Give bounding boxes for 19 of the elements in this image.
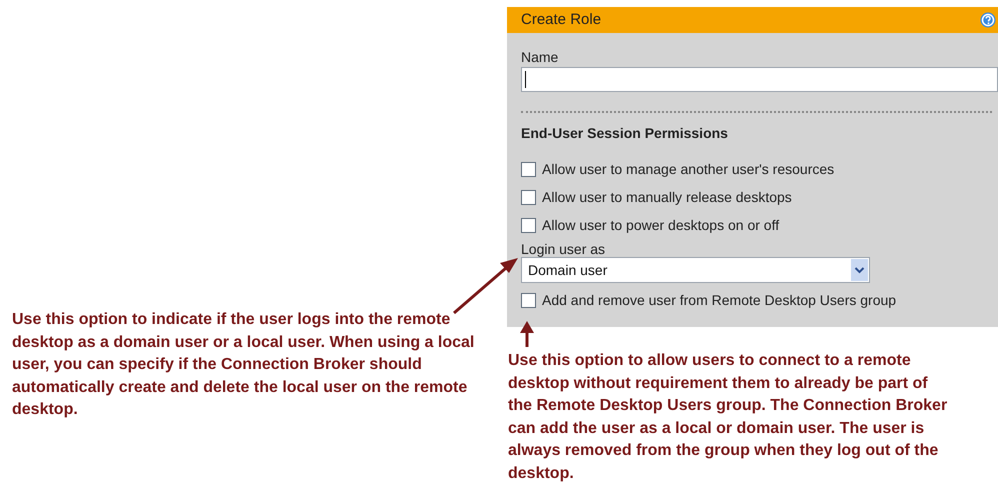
checkbox-label: Allow user to manually release desktops	[542, 188, 792, 207]
checkbox[interactable]	[521, 162, 536, 176]
name-input-field[interactable]	[521, 67, 998, 92]
checkbox[interactable]	[521, 292, 536, 308]
callout-text: Use this option to indicate if the user logs into the remote desktop as a domain user or a local user. When using a local user, you can specify if the Connection Broker should automatically create and delete the local user on the remote desktop.	[12, 310, 476, 420]
callout-text: Use this option to allow users to connect to a remote desktop without requirement them to already be part of the Remote Desktop Users group. The Connection Broker can add the user as a local or domain user. The user is always removed from the group when they log out of the desktop.	[508, 351, 948, 484]
checkbox[interactable]	[521, 190, 536, 204]
dialog-title: Create Role	[521, 10, 602, 30]
field-label: Name	[521, 49, 560, 65]
section-heading: End-User Session Permissions	[521, 124, 729, 143]
field-label: Login user as	[521, 241, 606, 257]
checkbox[interactable]	[521, 218, 536, 232]
checkbox-label: Add and remove user from Remote Desktop Users group	[542, 290, 896, 310]
arrow	[520, 321, 534, 347]
help-icon[interactable]	[980, 12, 996, 28]
login-select[interactable]: Domain user	[521, 257, 870, 283]
checkbox-label: Allow user to power desktops on or off	[542, 216, 780, 235]
checkbox-label: Allow user to manage another user's resources	[542, 160, 834, 179]
dropdown-caret-icon[interactable]	[851, 259, 868, 281]
